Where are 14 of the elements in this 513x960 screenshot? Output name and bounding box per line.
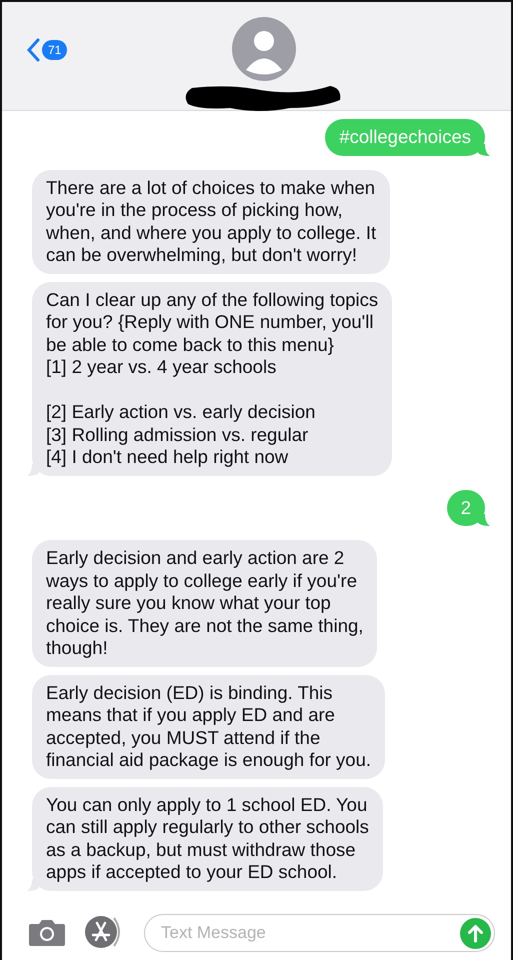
received-message: Early decision (ED) is binding. This means that if you apply ED and are accepted, you MUST attend if the financial aid package is enough for you. [32, 674, 385, 778]
send-button[interactable] [460, 918, 491, 948]
back-chevron-icon [26, 38, 40, 62]
unread-count-badge: 71 [42, 40, 68, 60]
bubble-tail [478, 144, 490, 156]
back-button[interactable]: 71 [26, 38, 68, 62]
bubble-tail [478, 514, 490, 526]
camera-icon [28, 918, 66, 946]
camera-button[interactable] [28, 918, 66, 948]
contact-avatar-icon[interactable] [232, 17, 296, 81]
received-message: There are a lot of choices to make when you're in the process of picking how, when, and where you apply to college. It can be overwhelming, but don't worry! [32, 170, 390, 274]
message-input[interactable]: Text Message [159, 922, 460, 944]
received-message: Early decision and early action are 2 ways to apply to college early if you're really sure you know what your top choice is. They are not the same thing, though! [32, 540, 378, 666]
message-field[interactable]: Text Message [144, 914, 495, 952]
